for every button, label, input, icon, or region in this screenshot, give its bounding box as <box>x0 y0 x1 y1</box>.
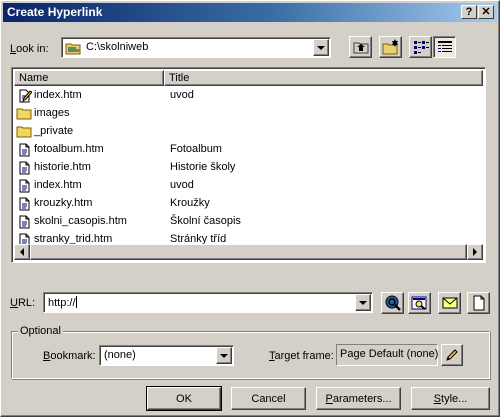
new-folder-button[interactable] <box>379 36 402 58</box>
file-title: uvod <box>170 179 194 191</box>
page-icon <box>16 197 32 211</box>
change-target-frame-button[interactable] <box>441 344 463 366</box>
scroll-left-button[interactable] <box>14 244 30 260</box>
url-value: http:// <box>48 296 77 309</box>
folder-icon <box>16 107 32 121</box>
pencil-icon <box>446 349 458 361</box>
file-list-row[interactable]: _private <box>14 123 483 141</box>
file-list-row[interactable]: index.htm uvod <box>14 87 483 105</box>
parameters-button-label: Parameters... <box>325 392 392 405</box>
horizontal-scrollbar[interactable] <box>14 244 483 260</box>
parameters-button[interactable]: Parameters... <box>316 387 401 410</box>
ok-button-label: OK <box>176 392 192 405</box>
title-bar[interactable]: Create Hyperlink ? ✕ <box>3 3 497 22</box>
look-in-path: C:\skolniweb <box>86 41 149 53</box>
url-input[interactable]: http:// <box>43 292 373 313</box>
new-page-button[interactable] <box>467 292 490 314</box>
cancel-button-label: Cancel <box>251 392 286 405</box>
file-list[interactable]: Name Title index.htm uvod images _privatefo… <box>11 67 486 263</box>
file-title: Stránky tříd <box>170 233 227 244</box>
file-name: index.htm <box>34 89 82 101</box>
help-button[interactable]: ? <box>461 5 477 19</box>
bookmark-value: (none) <box>104 349 136 361</box>
folder-open-icon <box>65 41 83 58</box>
look-in-dropdown-arrow[interactable] <box>313 39 329 56</box>
bookmark-dropdown-arrow[interactable] <box>216 347 232 364</box>
file-list-row[interactable]: krouzky.htm Kroužky <box>14 195 483 213</box>
file-title: Historie školy <box>170 161 236 173</box>
file-name: historie.htm <box>34 161 91 173</box>
cancel-button[interactable]: Cancel <box>231 387 306 410</box>
target-frame-value: Page Default (none) <box>340 348 439 360</box>
help-icon: ? <box>465 5 473 18</box>
scroll-thumb[interactable] <box>30 244 467 260</box>
file-name: stranky_trid.htm <box>34 233 113 244</box>
target-frame-label: Target frame: <box>269 350 334 362</box>
file-list-row[interactable]: images <box>14 105 483 123</box>
file-name: images <box>34 107 70 119</box>
file-list-row[interactable]: stranky_trid.htm Stránky tříd <box>14 231 483 244</box>
folder-icon <box>16 125 32 139</box>
file-title: uvod <box>170 89 194 101</box>
column-header-title[interactable]: Title <box>164 70 483 86</box>
optional-legend: Optional <box>18 325 63 337</box>
column-header-name-label: Name <box>19 72 49 84</box>
style-button-label: Style... <box>433 392 468 405</box>
page-icon <box>16 215 32 229</box>
up-folder-button[interactable] <box>349 36 372 58</box>
blank-page-icon <box>473 295 484 311</box>
url-label: URL: <box>10 297 36 309</box>
bookmark-label: Bookmark: <box>43 350 96 362</box>
up-folder-icon <box>353 42 368 54</box>
column-header-title-label: Title <box>169 72 190 84</box>
file-list-row[interactable]: index.htm uvod <box>14 177 483 195</box>
new-folder-icon <box>382 39 398 55</box>
file-title: Fotoalbum <box>170 143 222 155</box>
column-header-name[interactable]: Name <box>14 70 164 86</box>
page-icon <box>16 179 32 193</box>
look-in-dropdown[interactable]: C:\skolniweb <box>61 37 331 58</box>
file-list-row[interactable]: historie.htm Historie školy <box>14 159 483 177</box>
file-list-row[interactable]: skolni_casopis.htm Školní časopis <box>14 213 483 231</box>
window-title: Create Hyperlink <box>7 5 103 19</box>
style-button[interactable]: Style... <box>411 387 490 410</box>
file-name: index.htm <box>34 179 82 191</box>
envelope-icon <box>442 297 457 309</box>
bookmark-dropdown[interactable]: (none) <box>99 345 234 366</box>
list-view-button[interactable] <box>409 36 432 58</box>
url-dropdown-arrow[interactable] <box>355 294 371 311</box>
page-icon <box>16 161 32 175</box>
file-name: fotoalbum.htm <box>34 143 104 155</box>
target-frame-field: Page Default (none) <box>336 344 438 366</box>
scroll-right-button[interactable] <box>467 244 483 260</box>
close-button[interactable]: ✕ <box>478 5 494 19</box>
file-title: Školní časopis <box>170 215 241 227</box>
html-page-edit-icon <box>16 89 33 103</box>
page-icon <box>16 233 32 244</box>
email-link-button[interactable] <box>438 292 461 314</box>
file-title: Kroužky <box>170 197 210 209</box>
file-name: _private <box>34 125 74 137</box>
look-in-label: Look in: <box>10 43 49 55</box>
file-rows: index.htm uvod images _private fotoalbum.htm… <box>14 87 483 244</box>
page-icon <box>16 143 32 157</box>
ok-button[interactable]: OK <box>146 386 222 411</box>
browse-file-button[interactable] <box>408 292 431 314</box>
file-search-icon <box>411 296 426 310</box>
create-hyperlink-dialog: Create Hyperlink ? ✕ Look in: C:\skolniw… <box>0 0 500 417</box>
globe-search-icon <box>385 295 401 311</box>
file-list-row[interactable]: fotoalbum.htm Fotoalbum <box>14 141 483 159</box>
file-name: skolni_casopis.htm <box>34 215 127 227</box>
close-icon: ✕ <box>481 5 491 18</box>
list-view-icon <box>413 41 429 54</box>
details-view-button[interactable] <box>433 36 456 58</box>
file-name: krouzky.htm <box>34 197 93 209</box>
browse-web-button[interactable] <box>381 292 404 314</box>
details-view-icon <box>437 41 452 52</box>
